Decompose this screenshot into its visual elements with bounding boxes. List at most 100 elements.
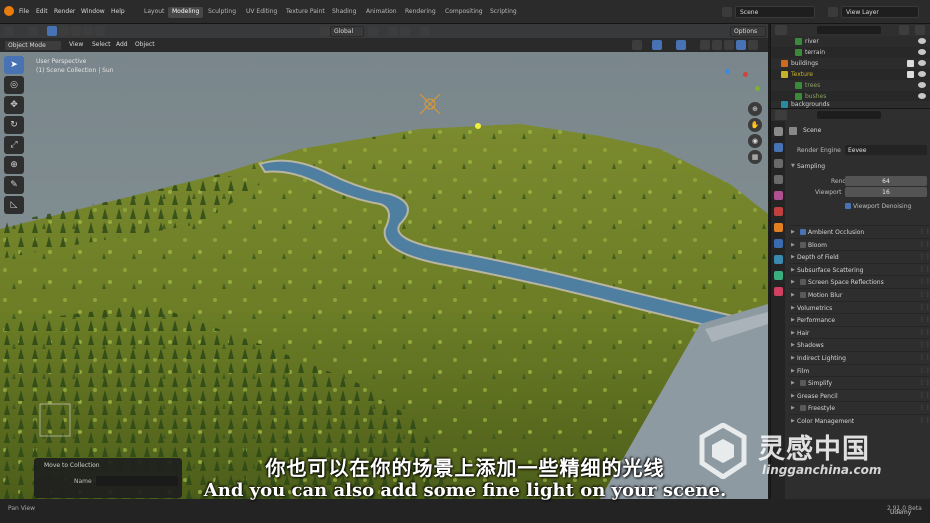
proportional-edit-icon[interactable] — [420, 26, 430, 36]
rotate-tool-icon[interactable]: ↻ — [4, 116, 24, 134]
expand-arrow-icon[interactable]: ▶ — [791, 254, 795, 260]
section-shadows[interactable]: ▶ Shadows ⋮⋮ — [789, 338, 930, 350]
outliner-search-input[interactable] — [817, 26, 881, 34]
visibility-icon[interactable] — [632, 40, 642, 50]
select-box-icon[interactable] — [28, 26, 38, 36]
scene-icon[interactable] — [722, 7, 732, 17]
filter-icon[interactable] — [899, 25, 909, 35]
section-indirect-lighting[interactable]: ▶ Indirect Lighting ⋮⋮ — [789, 351, 930, 363]
eye-icon[interactable] — [918, 82, 926, 88]
section-freestyle[interactable]: ▶ Freestyle ⋮⋮ — [789, 401, 930, 413]
tab-texture-icon[interactable] — [774, 287, 783, 296]
annotate-tool-icon[interactable]: ✎ — [4, 176, 24, 194]
drag-handle-icon[interactable]: ⋮⋮ — [919, 228, 930, 235]
scene-selector[interactable]: Scene — [735, 6, 815, 18]
select-tool-icon[interactable]: ➤ — [4, 56, 24, 74]
drag-handle-icon[interactable]: ⋮⋮ — [919, 417, 930, 424]
menu-render[interactable]: Render — [54, 8, 75, 15]
shading-wireframe-icon[interactable] — [712, 40, 722, 50]
render-samples-field[interactable]: 64 — [845, 176, 927, 186]
section-color-management[interactable]: ▶ Color Management ⋮⋮ — [789, 414, 930, 426]
drag-handle-icon[interactable]: ⋮⋮ — [919, 354, 930, 361]
menu-edit[interactable]: Edit — [36, 8, 48, 15]
section-enable-checkbox[interactable] — [800, 241, 806, 248]
render-engine-dropdown[interactable]: Eevee — [845, 145, 927, 155]
move-tool-icon[interactable]: ✥ — [4, 96, 24, 114]
tab-sculpting[interactable]: Sculpting — [204, 7, 240, 18]
section-motion-blur[interactable]: ▶ Motion Blur ⋮⋮ — [789, 288, 930, 300]
section-depth-of-field[interactable]: ▶ Depth of Field ⋮⋮ — [789, 250, 930, 262]
tab-render-icon[interactable] — [774, 143, 783, 152]
section-hair[interactable]: ▶ Hair ⋮⋮ — [789, 325, 930, 338]
drag-handle-icon[interactable]: ⋮⋮ — [919, 404, 930, 411]
drag-handle-icon[interactable]: ⋮⋮ — [919, 329, 930, 336]
tab-scene-icon[interactable] — [774, 191, 783, 200]
drag-handle-icon[interactable]: ⋮⋮ — [919, 304, 930, 311]
snap-target-icon[interactable] — [400, 26, 410, 36]
drag-handle-icon[interactable]: ⋮⋮ — [919, 392, 930, 399]
tab-tool-icon[interactable] — [774, 127, 783, 136]
options-dropdown[interactable]: Options — [730, 26, 766, 37]
outliner-row-trees[interactable]: trees — [771, 80, 930, 91]
scale-tool-icon[interactable]: ⤢ — [4, 136, 24, 154]
eye-icon[interactable] — [918, 60, 926, 66]
pivot-point-icon[interactable] — [368, 26, 378, 36]
gizmo-z-axis-icon[interactable] — [725, 69, 730, 74]
tab-object-icon[interactable] — [774, 223, 783, 232]
gizmo-x-axis-icon[interactable] — [743, 72, 748, 77]
section-volumetrics[interactable]: ▶ Volumetrics ⋮⋮ — [789, 300, 930, 313]
select-mode-invert-icon[interactable] — [83, 26, 93, 36]
expand-arrow-icon[interactable]: ▶ — [791, 330, 795, 336]
section-simplify[interactable]: ▶ Simplify ⋮⋮ — [789, 376, 930, 388]
outliner-row-texture[interactable]: Texture — [771, 69, 930, 80]
outliner-row-river[interactable]: river — [771, 36, 930, 47]
menu-object[interactable]: Object — [132, 40, 156, 51]
expand-arrow-icon[interactable]: ▶ — [791, 317, 795, 323]
transform-orientation-icon[interactable] — [320, 26, 330, 36]
cursor-tool-icon[interactable]: ◎ — [4, 76, 24, 94]
tab-uv-editing[interactable]: UV Editing — [242, 7, 281, 18]
expand-arrow-icon[interactable]: ▶ — [791, 242, 795, 248]
expand-arrow-icon[interactable]: ▶ — [791, 418, 795, 424]
menu-help[interactable]: Help — [111, 8, 125, 15]
select-mode-subtract-icon[interactable] — [71, 26, 81, 36]
menu-select[interactable]: Select — [89, 40, 111, 51]
expand-arrow-icon[interactable]: ▶ — [791, 405, 795, 411]
section-enable-checkbox[interactable] — [800, 292, 806, 298]
section-grease-pencil[interactable]: ▶ Grease Pencil ⋮⋮ — [789, 388, 930, 401]
tab-world-icon[interactable] — [774, 207, 783, 216]
select-mode-extend-icon[interactable] — [59, 26, 69, 36]
drag-handle-icon[interactable]: ⋮⋮ — [919, 291, 930, 298]
section-ambient-occlusion[interactable]: ▶ Ambient Occlusion ⋮⋮ — [789, 225, 930, 237]
perspective-grid-icon[interactable]: ▦ — [748, 150, 762, 164]
outliner-row-terrain[interactable]: terrain — [771, 47, 930, 58]
tab-modifiers-icon[interactable] — [774, 239, 783, 248]
properties-editor-icon[interactable] — [775, 110, 787, 120]
tab-animation[interactable]: Animation — [362, 7, 401, 18]
section-enable-checkbox[interactable] — [800, 380, 806, 387]
eye-icon[interactable] — [918, 93, 926, 99]
view-layer-icon[interactable] — [828, 7, 838, 17]
tab-scripting[interactable]: Scripting — [486, 7, 521, 18]
gizmo-toggle-icon[interactable] — [652, 40, 662, 50]
tab-layout[interactable]: Layout — [140, 7, 168, 18]
xray-icon[interactable] — [700, 40, 710, 50]
view-layer-selector[interactable]: View Layer — [841, 6, 919, 18]
section-screen-space-reflections[interactable]: ▶ Screen Space Reflections ⋮⋮ — [789, 275, 930, 287]
tab-rendering[interactable]: Rendering — [401, 7, 440, 18]
outliner-row-buildings[interactable]: buildings — [771, 58, 930, 69]
transform-tool-icon[interactable]: ⊕ — [4, 156, 24, 174]
tab-particles-icon[interactable] — [774, 255, 783, 264]
tab-physics-icon[interactable] — [774, 271, 783, 280]
drag-handle-icon[interactable]: ⋮⋮ — [919, 367, 930, 374]
section-enable-checkbox[interactable] — [800, 229, 806, 235]
pan-hand-icon[interactable]: ✋ — [748, 118, 762, 132]
camera-view-icon[interactable]: ◉ — [748, 134, 762, 148]
mode-dropdown[interactable]: Object Mode — [4, 40, 62, 51]
expand-arrow-icon[interactable]: ▶ — [791, 393, 795, 399]
drag-handle-icon[interactable]: ⋮⋮ — [919, 266, 930, 273]
expand-arrow-icon[interactable]: ▶ — [791, 305, 795, 311]
gizmo-y-axis-icon[interactable] — [755, 86, 760, 91]
drag-handle-icon[interactable]: ⋮⋮ — [919, 253, 930, 260]
expand-arrow-icon[interactable]: ▶ — [791, 342, 795, 348]
